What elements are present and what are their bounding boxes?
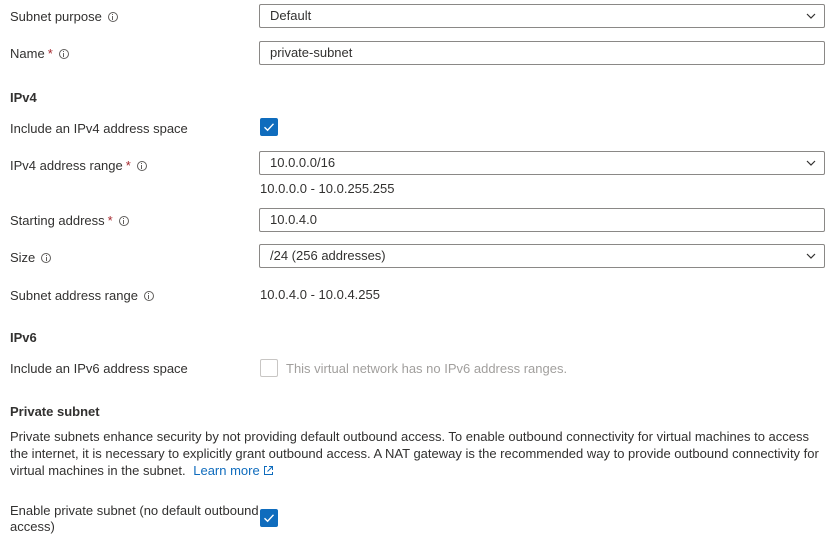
enable-private-subnet-checkbox[interactable]	[260, 509, 278, 527]
ipv6-disabled-note: This virtual network has no IPv6 address…	[286, 361, 568, 376]
info-icon[interactable]	[136, 160, 147, 171]
ipv4-range-label: IPv4 address range *	[10, 158, 147, 173]
chevron-down-icon	[806, 13, 816, 19]
enable-private-subnet-label-line2: access)	[10, 519, 55, 534]
ipv4-heading: IPv4	[10, 90, 37, 105]
ipv4-range-value: 10.0.0.0/16	[270, 155, 336, 170]
learn-more-text: Learn more	[193, 463, 260, 478]
ipv6-heading: IPv6	[10, 330, 37, 345]
private-subnet-heading: Private subnet	[10, 404, 100, 419]
include-ipv4-label: Include an IPv4 address space	[10, 121, 188, 136]
enable-private-subnet-label-line1: Enable private subnet (no default outbou…	[10, 503, 259, 518]
required-marker: *	[47, 46, 53, 61]
enable-private-subnet-label: Enable private subnet (no default outbou…	[10, 503, 259, 535]
subnet-purpose-dropdown[interactable]: Default	[259, 4, 825, 28]
starting-address-label-text: Starting address	[10, 213, 105, 228]
info-icon[interactable]	[118, 215, 129, 226]
subnet-address-range-value: 10.0.4.0 - 10.0.4.255	[260, 287, 380, 302]
chevron-down-icon	[806, 253, 816, 259]
info-icon[interactable]	[143, 290, 154, 301]
ipv4-range-hint: 10.0.0.0 - 10.0.255.255	[260, 181, 395, 196]
size-label-text: Size	[10, 250, 36, 265]
include-ipv6-label: Include an IPv6 address space	[10, 361, 188, 376]
size-label: Size	[10, 250, 52, 265]
name-input-value: private-subnet	[270, 45, 353, 60]
ipv4-range-label-text: IPv4 address range	[10, 158, 123, 173]
starting-address-label: Starting address *	[10, 213, 129, 228]
private-subnet-description-text: Private subnets enhance security by not …	[10, 429, 819, 478]
name-input[interactable]: private-subnet	[259, 41, 825, 65]
external-link-icon	[263, 466, 273, 475]
starting-address-input[interactable]: 10.0.4.0	[259, 208, 825, 232]
subnet-purpose-label: Subnet purpose	[10, 9, 118, 24]
learn-more-link[interactable]: Learn more	[193, 463, 273, 478]
chevron-down-icon	[806, 160, 816, 166]
size-dropdown[interactable]: /24 (256 addresses)	[259, 244, 825, 268]
required-marker: *	[107, 213, 113, 228]
starting-address-value: 10.0.4.0	[270, 212, 317, 227]
required-marker: *	[125, 158, 131, 173]
info-icon[interactable]	[107, 11, 118, 22]
subnet-address-range-label-text: Subnet address range	[10, 288, 138, 303]
ipv4-range-dropdown[interactable]: 10.0.0.0/16	[259, 151, 825, 175]
name-label: Name *	[10, 46, 69, 61]
private-subnet-description: Private subnets enhance security by not …	[10, 428, 825, 479]
include-ipv4-checkbox[interactable]	[260, 118, 278, 136]
info-icon[interactable]	[58, 48, 69, 59]
subnet-address-range-label: Subnet address range	[10, 288, 154, 303]
name-label-text: Name	[10, 46, 45, 61]
checkmark-icon	[264, 514, 275, 523]
subnet-purpose-value: Default	[270, 8, 312, 23]
subnet-purpose-label-text: Subnet purpose	[10, 9, 102, 24]
include-ipv6-checkbox[interactable]	[260, 359, 278, 377]
info-icon[interactable]	[41, 252, 52, 263]
checkmark-icon	[264, 123, 275, 132]
size-value: /24 (256 addresses)	[270, 248, 386, 263]
